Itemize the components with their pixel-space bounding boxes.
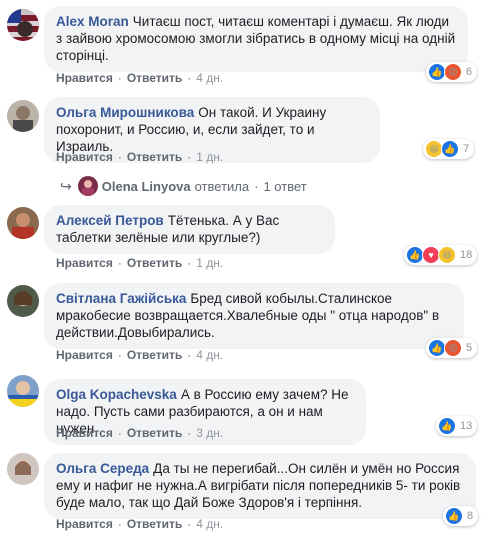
timestamp[interactable]: 1 дн. xyxy=(196,150,223,164)
comment-author[interactable]: Ольга Мирошникова xyxy=(56,105,194,120)
comment-bubble: Alex Moran Читаєш пост, читаєш коментарі … xyxy=(44,6,468,72)
reactions-summary[interactable]: 😆 👍 7 xyxy=(423,139,475,159)
timestamp[interactable]: 4 дн. xyxy=(196,517,223,531)
reactions-summary[interactable]: 👍 13 xyxy=(436,416,478,436)
comment-author[interactable]: Olga Kopachevska xyxy=(56,387,177,402)
reply-button[interactable]: Ответить xyxy=(127,517,182,531)
reply-count: 1 ответ xyxy=(263,178,307,194)
avatar[interactable] xyxy=(7,453,39,485)
reactions-summary[interactable]: 👍 😡 6 xyxy=(426,62,478,82)
reply-button[interactable]: Ответить xyxy=(127,71,182,85)
reply-verb: ответила xyxy=(194,178,250,194)
comment-author[interactable]: Алексей Петров xyxy=(56,213,164,228)
replies-link[interactable]: ↪ Olena Linyova ответила · 1 ответ xyxy=(60,176,307,196)
comment-actions: Нравится · Ответить · 4 дн. xyxy=(56,348,224,362)
comment-actions: Нравится · Ответить · 4 дн. xyxy=(56,71,224,85)
reactions-summary[interactable]: 👍 8 xyxy=(443,506,479,526)
timestamp[interactable]: 1 дн. xyxy=(196,256,223,270)
like-button[interactable]: Нравится xyxy=(56,426,113,440)
comment-actions: Нравится · Ответить · 4 дн. xyxy=(56,517,224,531)
like-button[interactable]: Нравится xyxy=(56,348,113,362)
reactions-summary[interactable]: 👍 😡 5 xyxy=(426,338,478,358)
like-button[interactable]: Нравится xyxy=(56,256,113,270)
reply-button[interactable]: Ответить xyxy=(127,256,182,270)
like-reaction-icon: 👍 xyxy=(438,417,456,435)
timestamp[interactable]: 3 дн. xyxy=(196,426,223,440)
comment-actions: Нравится · Ответить · 1 дн. xyxy=(56,256,224,270)
comment-bubble: Світлана Гажійська Бред сивой кобылы.Стал… xyxy=(44,283,464,349)
timestamp[interactable]: 4 дн. xyxy=(196,348,223,362)
reply-author: Olena Linyova xyxy=(101,178,191,194)
angry-reaction-icon: 😡 xyxy=(444,63,462,81)
avatar[interactable] xyxy=(7,100,39,132)
avatar xyxy=(77,176,98,196)
avatar[interactable] xyxy=(7,207,39,239)
angry-reaction-icon: 😡 xyxy=(444,339,462,357)
like-button[interactable]: Нравится xyxy=(56,71,113,85)
timestamp[interactable]: 4 дн. xyxy=(196,71,223,85)
avatar[interactable] xyxy=(7,375,39,407)
like-button[interactable]: Нравится xyxy=(56,150,113,164)
avatar[interactable] xyxy=(7,9,39,41)
like-reaction-icon: 👍 xyxy=(445,507,463,525)
haha-reaction-icon: 😆 xyxy=(438,246,456,264)
avatar[interactable] xyxy=(7,285,39,317)
comment-author[interactable]: Ольга Середа xyxy=(56,461,149,476)
reply-button[interactable]: Ответить xyxy=(127,150,182,164)
comment-bubble: Ольга Середа Да ты не перегибай...Он силё… xyxy=(44,453,476,519)
like-reaction-icon: 👍 xyxy=(441,140,459,158)
comment-bubble: Алексей Петров Тётенька. А у Вас таблетки… xyxy=(44,205,335,254)
comment-actions: Нравится · Ответить · 1 дн. xyxy=(56,150,224,164)
reactions-summary[interactable]: 👍 ♥ 😆 18 xyxy=(404,245,478,265)
reply-button[interactable]: Ответить xyxy=(127,348,182,362)
comment-author[interactable]: Alex Moran xyxy=(56,14,129,29)
comment-actions: Нравится · Ответить · 3 дн. xyxy=(56,426,224,440)
comment-author[interactable]: Світлана Гажійська xyxy=(56,291,186,306)
reply-button[interactable]: Ответить xyxy=(127,426,182,440)
reply-arrow-icon: ↪ xyxy=(60,177,72,194)
like-button[interactable]: Нравится xyxy=(56,517,113,531)
